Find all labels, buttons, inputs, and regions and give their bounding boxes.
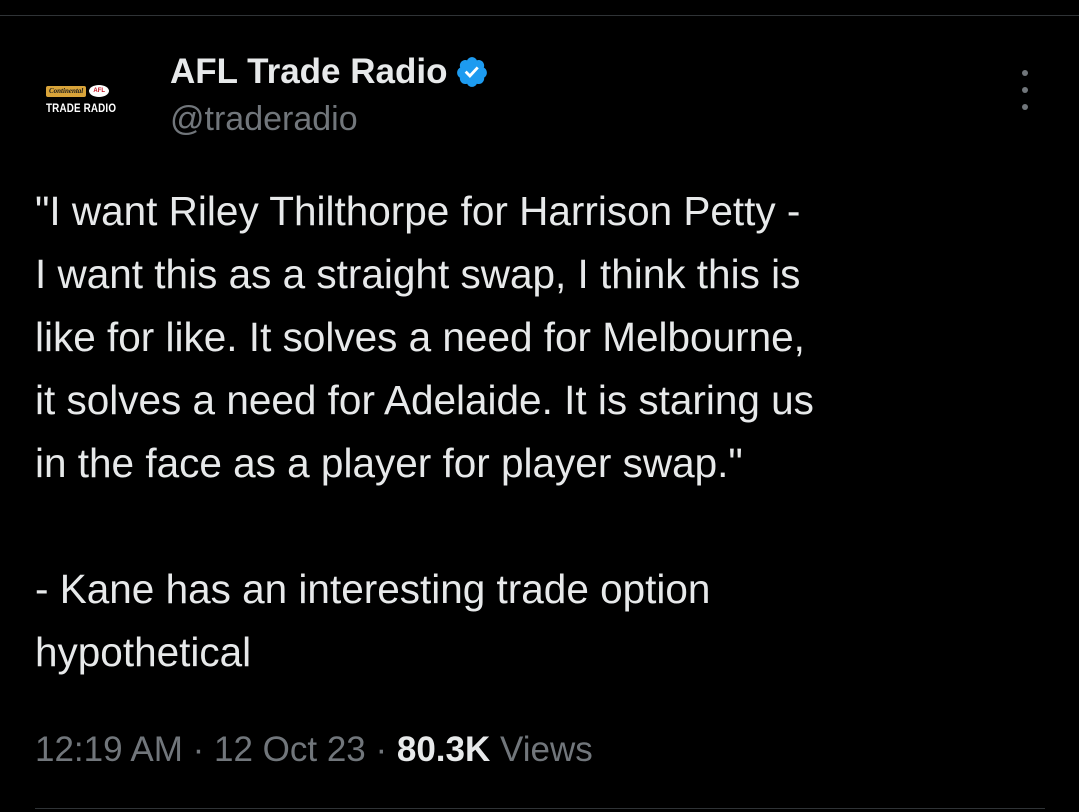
avatar-continental-logo: Continental [46,85,87,97]
tweet-time[interactable]: 12:19 AM [35,730,183,769]
tweet-date[interactable]: 12 Oct 23 [214,730,366,769]
views-count[interactable]: 80.3K [397,730,490,769]
avatar-afl-logo: AFL [89,85,110,97]
avatar[interactable]: Continental AFL TRADE RADIO [30,65,140,137]
author-handle[interactable]: @traderadio [170,100,358,139]
more-dot [1022,104,1028,110]
tweet-meta: 12:19 AM · 12 Oct 23 · 80.3K Views [35,730,593,770]
more-dot [1022,87,1028,93]
more-options-icon[interactable] [1010,70,1040,110]
views-label[interactable]: Views [490,730,593,769]
bottom-divider [35,808,1045,809]
author-display-name[interactable]: AFL Trade Radio [170,52,489,92]
meta-separator: · [182,730,214,769]
avatar-brand-row: Continental AFL [46,85,110,97]
top-divider [0,15,1079,16]
tweet-text: "I want Riley Thilthorpe for Harrison Pe… [35,188,814,675]
more-dot [1022,70,1028,76]
meta-separator: · [365,730,397,769]
verified-badge-icon[interactable] [455,55,489,89]
author-display-name-text[interactable]: AFL Trade Radio [170,52,447,92]
avatar-brand-name: TRADE RADIO [46,101,117,115]
